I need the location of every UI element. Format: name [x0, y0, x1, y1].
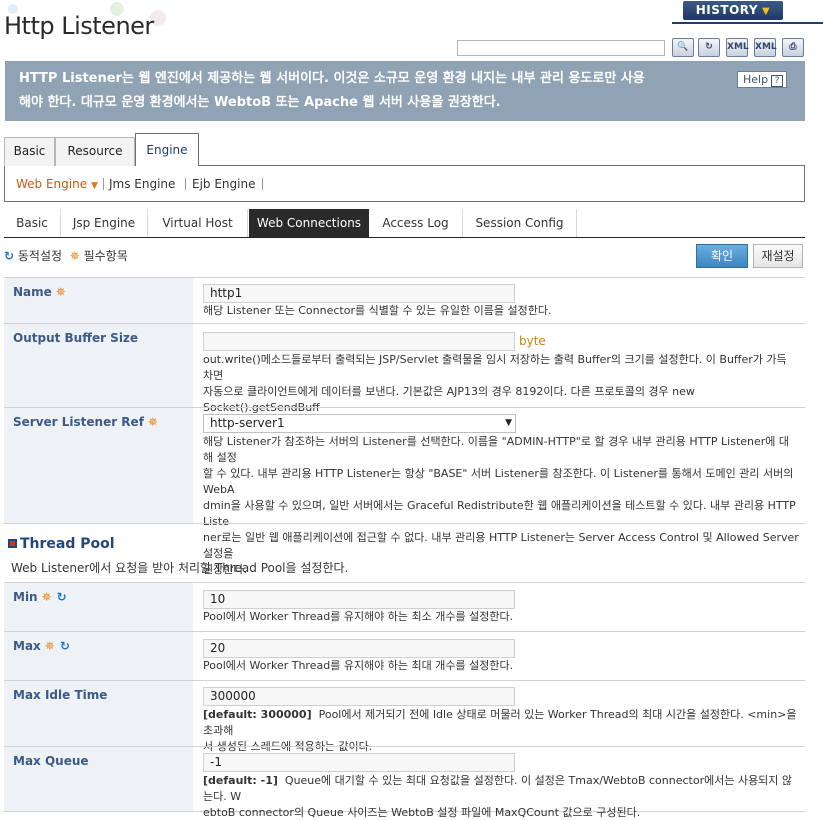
page-title: Http Listener — [4, 12, 154, 40]
required-star-icon: ✵ — [69, 249, 80, 263]
refresh-icon[interactable]: ↻ — [698, 38, 720, 57]
help-label: Help — [743, 73, 769, 86]
field-label: Output Buffer Size — [4, 324, 193, 407]
field-label: Max Queue — [4, 747, 193, 811]
field-row-max: Max ✵ ↻ 20 Pool에서 Worker Thread를 유지해야 하는 최… — [4, 631, 805, 680]
dynamic-setting-icon: ↻ — [4, 249, 15, 263]
search-input[interactable] — [457, 40, 665, 56]
xml-icon[interactable]: XML — [726, 38, 749, 57]
divider — [672, 22, 823, 24]
field-help: 해당 Listener가 참조하는 서버의 Listener를 선택한다. 이름… — [203, 434, 799, 578]
tab-jsp-engine[interactable]: Jsp Engine — [61, 209, 148, 237]
help-text: Queue에 대기할 수 있는 최대 요청값을 설정한다. 이 설정은 Tmax… — [203, 774, 793, 803]
max-queue-input[interactable]: -1 — [203, 753, 515, 772]
help-button[interactable]: Help? — [737, 71, 787, 88]
tab-virtual-host[interactable]: Virtual Host — [148, 209, 248, 237]
selected-value: http-server1 — [210, 416, 285, 430]
field-label: Min ✵ ↻ — [4, 583, 193, 631]
reset-button[interactable]: 재설정 — [753, 244, 803, 268]
max-input[interactable]: 20 — [203, 639, 515, 658]
confirm-button[interactable]: 확인 — [696, 244, 748, 268]
field-label: Server Listener Ref ✵ — [4, 408, 193, 523]
required-star-icon: ✵ — [41, 590, 52, 604]
engine-nav: Web Engine ▼ Jms Engine Ejb Engine — [4, 166, 805, 202]
max-idle-time-input[interactable]: 300000 — [203, 687, 515, 706]
field-label: Max ✵ ↻ — [4, 632, 193, 680]
tab-web-connections[interactable]: Web Connections — [249, 209, 369, 237]
history-label: HISTORY — [695, 3, 759, 17]
field-label: Max Idle Time — [4, 681, 193, 746]
required-star-icon: ✵ — [147, 415, 158, 429]
field-help: [default: -1] Queue에 대기할 수 있는 최대 요청값을 설정… — [203, 773, 799, 820]
banner-line: 해야 한다. 대규모 운영 환경에서는 WebtoB 또는 Apache 웹 서… — [19, 95, 501, 110]
min-input[interactable]: 10 — [203, 590, 515, 609]
help-line: 할 수 있다. 내부 관리용 HTTP Listener는 항상 "BASE" … — [203, 467, 794, 496]
divider — [262, 178, 263, 190]
legend: ↻ 동적설정 ✵ 필수항목 — [4, 247, 128, 264]
max-label: Max — [13, 639, 41, 653]
help-line: out.write()메소드들로부터 출력되는 JSP/Servlet 출력물을… — [203, 353, 787, 382]
search-icon[interactable]: 🔍 — [672, 38, 694, 57]
output-buffer-size-input[interactable] — [203, 332, 515, 351]
field-row-output-buffer-size: Output Buffer Size byte out.write()메소드들로… — [4, 323, 805, 430]
help-line: [default: 300000] Pool에서 제거되기 전에 Idle 상태… — [203, 707, 799, 739]
nav-web-engine[interactable]: Web Engine ▼ — [16, 177, 98, 191]
help-line: ebtoB connector의 Queue 사이즈는 WebtoB 설정 파일… — [203, 806, 641, 819]
banner-line: HTTP Listener는 웹 엔진에서 제공하는 웹 서버이다. 이것은 소… — [19, 71, 645, 86]
nav-web-engine-label: Web Engine — [16, 177, 88, 191]
tab-basic[interactable]: Basic — [4, 137, 55, 166]
field-row-max-idle-time: Max Idle Time 300000 [default: 300000] P… — [4, 680, 805, 753]
required-label: 필수항목 — [83, 249, 128, 263]
help-line: dmin을 사용할 수 있으며, 일반 서버에서는 Graceful Redis… — [203, 499, 796, 528]
print-icon[interactable]: ⎙ — [782, 38, 804, 57]
server-listener-ref-select[interactable]: http-server1 ▼ — [203, 414, 516, 433]
thread-pool-title: Thread Pool — [20, 536, 115, 552]
description-banner: HTTP Listener는 웹 엔진에서 제공하는 웹 서버이다. 이것은 소… — [5, 61, 805, 121]
divider — [103, 178, 104, 190]
nav-jms-engine[interactable]: Jms Engine — [109, 177, 175, 191]
field-label: Name ✵ — [4, 278, 193, 323]
sub-tabs: Basic Jsp Engine Virtual Host Web Connec… — [4, 209, 805, 238]
question-icon: ? — [771, 75, 784, 87]
field-row-name: Name ✵ http1 해당 Listener 또는 Connector를 식별… — [4, 277, 805, 323]
dynamic-setting-icon: ↻ — [56, 590, 67, 604]
tab-engine[interactable]: Engine — [135, 133, 199, 167]
help-line: ner로는 일반 웹 애플리케이션에 접근할 수 없다. 내부 관리용 HTTP… — [203, 531, 799, 560]
field-help: 해당 Listener 또는 Connector를 식별할 수 있는 유일한 이… — [203, 304, 552, 317]
field-help: Pool에서 Worker Thread를 유지해야 하는 최대 개수를 설정한… — [203, 659, 514, 672]
divider — [185, 178, 186, 190]
section-title: Thread Pool — [8, 536, 115, 552]
field-row-server-listener-ref: Server Listener Ref ✵ http-server1 ▼ 해당 Li… — [4, 407, 805, 576]
dynamic-setting-label: 동적설정 — [17, 249, 63, 263]
required-star-icon: ✵ — [44, 639, 55, 653]
default-value: [default: -1] — [203, 774, 278, 787]
required-star-icon: ✵ — [55, 285, 66, 299]
name-input[interactable]: http1 — [203, 284, 515, 303]
section-description: Web Listener에서 요청을 받아 처리할 Thread Pool을 설… — [11, 561, 349, 575]
server-listener-ref-label: Server Listener Ref — [13, 415, 144, 429]
xml-export-icon[interactable]: XML — [754, 38, 777, 57]
min-label: Min — [13, 590, 38, 604]
section-marker-icon — [8, 539, 17, 548]
chevron-down-icon: ▼ — [762, 6, 771, 17]
history-button[interactable]: HISTORY ▼ — [683, 1, 783, 20]
main-tabs: Basic Resource Engine — [4, 133, 805, 167]
tab-web-basic[interactable]: Basic — [4, 209, 61, 237]
field-help: Pool에서 Worker Thread를 유지해야 하는 최소 개수를 설정한… — [203, 610, 514, 623]
name-label: Name — [13, 285, 52, 299]
divider — [4, 523, 805, 524]
field-row-min: Min ✵ ↻ 10 Pool에서 Worker Thread를 유지해야 하는 최… — [4, 582, 805, 631]
help-line: [default: -1] Queue에 대기할 수 있는 최대 요청값을 설정… — [203, 773, 799, 805]
tab-access-log[interactable]: Access Log — [369, 209, 463, 237]
dropdown-arrow-icon: ▼ — [505, 418, 512, 428]
help-line: 해당 Listener가 참조하는 서버의 Listener를 선택한다. 이름… — [203, 435, 790, 464]
unit-label: byte — [519, 334, 546, 348]
default-value: [default: 300000] — [203, 708, 312, 721]
dynamic-setting-icon: ↻ — [59, 639, 70, 653]
tab-session-config[interactable]: Session Config — [463, 209, 577, 237]
nav-ejb-engine[interactable]: Ejb Engine — [192, 177, 255, 191]
caret-down-icon: ▼ — [90, 181, 98, 191]
tab-resource[interactable]: Resource — [55, 137, 135, 166]
field-row-max-queue: Max Queue -1 [default: -1] Queue에 대기할 수 … — [4, 746, 805, 819]
